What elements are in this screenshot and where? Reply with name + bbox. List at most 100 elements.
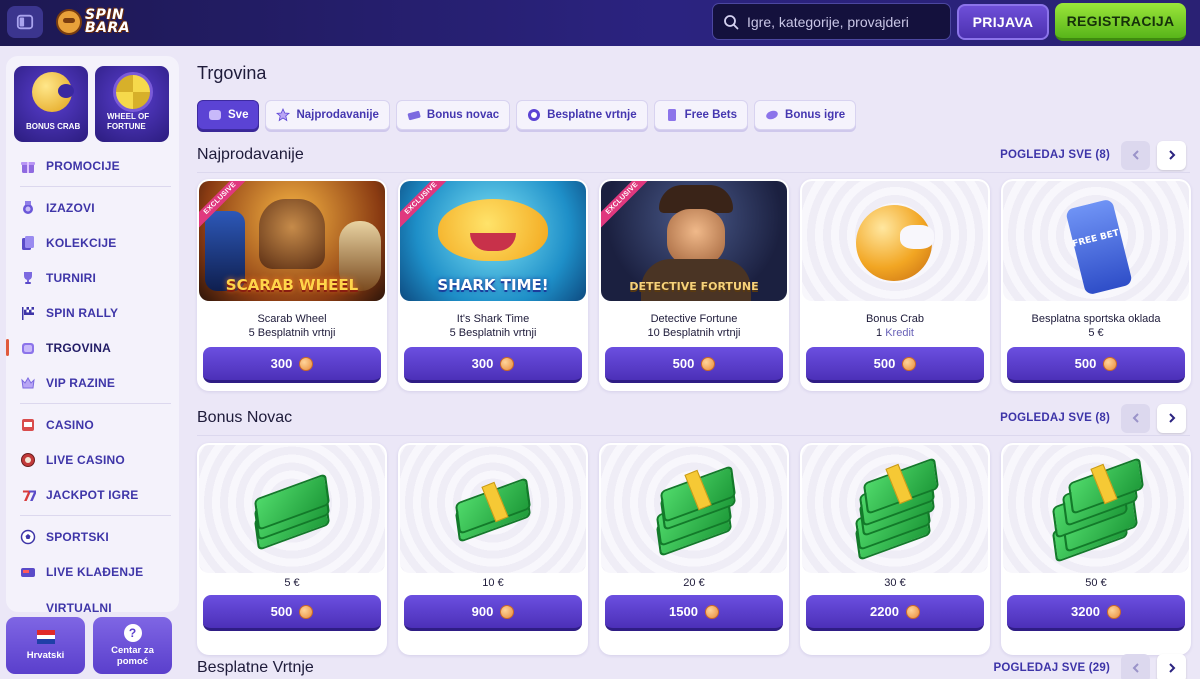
buy-button[interactable]: 500 xyxy=(605,347,783,383)
product-thumbnail[interactable] xyxy=(1003,445,1189,573)
capybara-mascot-icon xyxy=(56,9,82,35)
product-name: Scarab Wheel xyxy=(257,313,327,325)
bonus-money-row: 5 € 500 10 € 900 20 € 1500 30 € 2200 50 … xyxy=(197,443,1191,655)
product-thumbnail[interactable] xyxy=(400,445,586,573)
carousel-prev-button[interactable] xyxy=(1121,140,1150,170)
price-value: 2200 xyxy=(870,604,899,619)
product-thumbnail[interactable] xyxy=(802,181,988,301)
see-all-link[interactable]: POGLEDAJ SVE (29) xyxy=(993,662,1110,674)
bonus-amount: 20 € xyxy=(683,577,705,589)
filter-bonus-igre[interactable]: Bonus igre xyxy=(754,100,857,130)
filter-label: Najprodavanije xyxy=(296,109,379,121)
chevron-right-icon xyxy=(1168,663,1175,673)
buy-button[interactable]: 500 xyxy=(1007,347,1185,383)
sidebar-item-izazovi[interactable]: IZAZOVI xyxy=(6,190,179,225)
sidebar-panel-icon xyxy=(16,14,34,30)
bonus-amount: 10 € xyxy=(482,577,504,589)
product-card-scarab-wheel[interactable]: EXCLUSIVE SCARAB WHEEL Scarab Wheel 5 Be… xyxy=(197,179,387,391)
filter-label: Bonus igre xyxy=(785,109,846,121)
filter-free-bets[interactable]: Free Bets xyxy=(653,100,749,130)
logo-line-2: BARA xyxy=(85,20,131,36)
help-center-button[interactable]: ? Centar za pomoć xyxy=(93,617,172,674)
chevron-left-icon xyxy=(1132,413,1139,423)
coin-icon xyxy=(704,604,719,619)
product-name: It's Shark Time xyxy=(456,313,530,325)
product-thumbnail[interactable] xyxy=(601,445,787,573)
section-title: Najprodavanije xyxy=(197,146,304,163)
sidebar-item-virtualni[interactable]: VIRTUALNI xyxy=(6,589,179,612)
sidebar-item-live-casino[interactable]: LIVE CASINO xyxy=(6,442,179,477)
product-card-bonus-crab[interactable]: Bonus Crab 1 Kredit 500 xyxy=(800,179,990,391)
language-button[interactable]: Hrvatski xyxy=(6,617,85,674)
see-all-link[interactable]: POGLEDAJ SVE (8) xyxy=(1000,149,1110,161)
sidebar-item-vip-razine[interactable]: VIP RAZINE xyxy=(6,365,179,404)
product-quantity: 5 Besplatnih vrtnji xyxy=(197,327,387,339)
sidebar-item-jackpot-igre[interactable]: 77 JACKPOT IGRE xyxy=(6,477,179,516)
bonus-crab-tile[interactable]: BONUS CRAB xyxy=(14,66,88,142)
product-thumbnail[interactable]: FREE BET xyxy=(1003,181,1189,301)
slot-machine-icon xyxy=(20,417,36,433)
search-box[interactable] xyxy=(712,3,951,40)
sidebar-item-label: PROMOCIJE xyxy=(46,158,120,173)
carousel-prev-button[interactable] xyxy=(1121,653,1150,679)
buy-button[interactable]: 900 xyxy=(404,595,582,631)
product-card-bonus-10[interactable]: 10 € 900 xyxy=(398,443,588,655)
register-button[interactable]: REGISTRACIJA xyxy=(1055,3,1186,41)
search-input[interactable] xyxy=(747,13,937,30)
buy-button[interactable]: 300 xyxy=(404,347,582,383)
spinbara-logo[interactable]: SPIN BARA xyxy=(56,5,142,39)
shark-art-icon xyxy=(438,199,548,261)
sidebar-nav: PROMOCIJE IZAZOVI KOLEKCIJE TURNIRI SPIN… xyxy=(6,142,179,612)
buy-button[interactable]: 2200 xyxy=(806,595,984,631)
product-card-bonus-30[interactable]: 30 € 2200 xyxy=(800,443,990,655)
sidebar-item-label: VIP RAZINE xyxy=(46,375,116,390)
sidebar-item-trgovina[interactable]: TRGOVINA xyxy=(6,330,179,365)
sidebar-item-casino[interactable]: CASINO xyxy=(6,407,179,442)
buy-button[interactable]: 300 xyxy=(203,347,381,383)
sidebar-item-live-kladjenje[interactable]: LIVE KLAĐENJE xyxy=(6,554,179,589)
product-quantity: 10 Besplatnih vrtnji xyxy=(599,327,789,339)
buy-button[interactable]: 1500 xyxy=(605,595,783,631)
carousel-next-button[interactable] xyxy=(1157,403,1186,433)
sidebar-item-promocije[interactable]: PROMOCIJE xyxy=(6,148,179,187)
product-card-shark-time[interactable]: EXCLUSIVE SHARK TIME! It's Shark Time 5 … xyxy=(398,179,588,391)
price-value: 300 xyxy=(270,356,293,371)
bonus-game-icon xyxy=(765,108,779,122)
game-thumbnail[interactable]: EXCLUSIVE SCARAB WHEEL xyxy=(199,181,385,301)
product-card-detective-fortune[interactable]: EXCLUSIVE DETECTIVE FORTUNE Detective Fo… xyxy=(599,179,789,391)
sidebar-item-sportski[interactable]: SPORTSKI xyxy=(6,519,179,554)
buy-button[interactable]: 500 xyxy=(203,595,381,631)
filter-bonus-novac[interactable]: Bonus novac xyxy=(395,100,511,130)
crown-icon xyxy=(20,375,36,391)
product-card-bonus-20[interactable]: 20 € 1500 xyxy=(599,443,789,655)
carousel-next-button[interactable] xyxy=(1157,140,1186,170)
chevron-right-icon xyxy=(1168,413,1175,423)
see-all-link[interactable]: POGLEDAJ SVE (8) xyxy=(1000,412,1110,424)
filter-sve[interactable]: Sve xyxy=(197,100,260,130)
filter-najprodavanije[interactable]: Najprodavanije xyxy=(265,100,390,130)
sidebar-item-label: LIVE KLAĐENJE xyxy=(46,564,144,579)
sidebar-toggle-button[interactable] xyxy=(7,6,43,38)
wheel-of-fortune-tile[interactable]: WHEEL OF FORTUNE xyxy=(95,66,169,142)
sidebar-item-label: SPORTSKI xyxy=(46,529,109,544)
login-button[interactable]: PRIJAVA xyxy=(957,4,1049,40)
game-thumbnail[interactable]: EXCLUSIVE SHARK TIME! xyxy=(400,181,586,301)
sidebar-item-spin-rally[interactable]: SPIN RALLY xyxy=(6,295,179,330)
help-label: Centar za pomoć xyxy=(111,645,154,667)
buy-button[interactable]: 500 xyxy=(806,347,984,383)
sidebar-item-turniri[interactable]: TURNIRI xyxy=(6,260,179,295)
price-value: 300 xyxy=(471,356,494,371)
product-card-bonus-50[interactable]: 50 € 3200 xyxy=(1001,443,1191,655)
sidebar-item-kolekcije[interactable]: KOLEKCIJE xyxy=(6,225,179,260)
roulette-icon xyxy=(20,452,36,468)
product-card-free-bet[interactable]: FREE BET Besplatna sportska oklada 5 € 5… xyxy=(1001,179,1191,391)
product-thumbnail[interactable] xyxy=(802,445,988,573)
carousel-prev-button[interactable] xyxy=(1121,403,1150,433)
filter-besplatne-vrtnje[interactable]: Besplatne vrtnje xyxy=(516,100,648,130)
buy-button[interactable]: 3200 xyxy=(1007,595,1185,631)
price-value: 500 xyxy=(873,356,896,371)
carousel-next-button[interactable] xyxy=(1157,653,1186,679)
product-thumbnail[interactable] xyxy=(199,445,385,573)
game-thumbnail[interactable]: EXCLUSIVE DETECTIVE FORTUNE xyxy=(601,181,787,301)
product-card-bonus-5[interactable]: 5 € 500 xyxy=(197,443,387,655)
